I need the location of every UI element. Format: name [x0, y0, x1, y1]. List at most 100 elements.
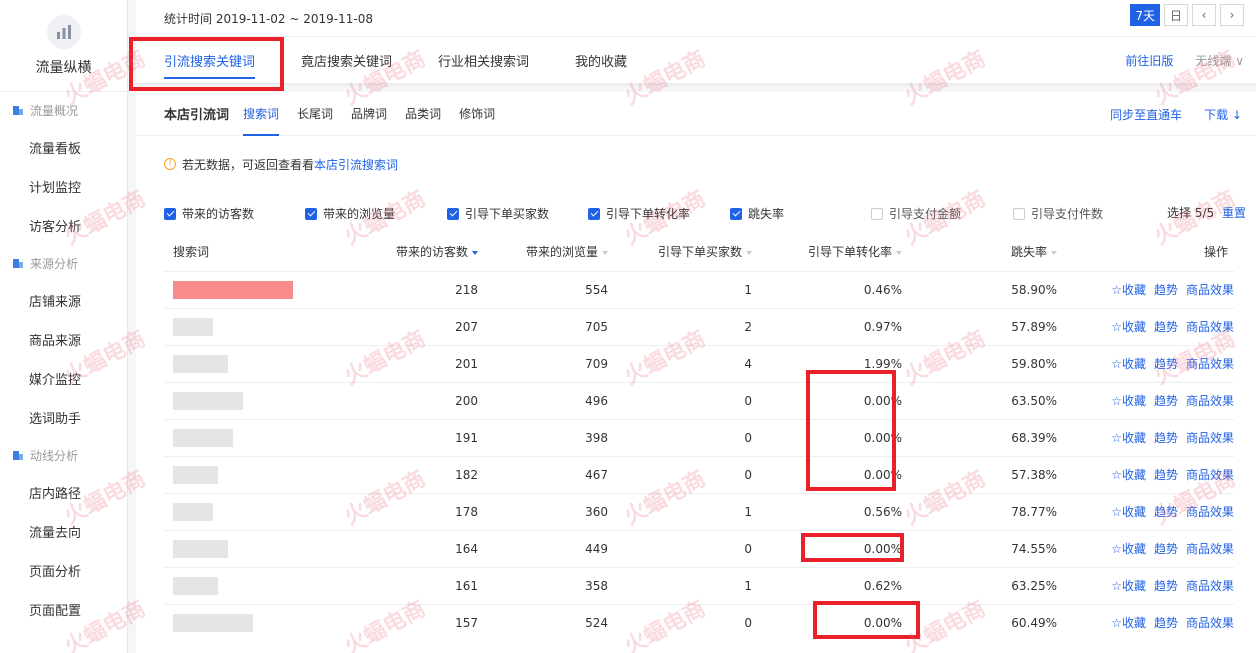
goods-effect-button[interactable]: 商品效果: [1186, 542, 1234, 556]
trend-button[interactable]: 趋势: [1154, 579, 1178, 593]
col-ops: 操作: [1203, 245, 1228, 260]
sidebar-logo[interactable]: 流量纵横: [0, 0, 127, 92]
cell-visitors: 157: [354, 603, 484, 641]
cell-views: 709: [484, 344, 614, 382]
sidebar-item-media-monitor[interactable]: 媒介监控: [0, 359, 127, 398]
favorite-button[interactable]: ☆收藏: [1111, 357, 1146, 371]
col-views[interactable]: 带来的浏览量: [484, 233, 614, 271]
sidebar-item-page-config[interactable]: 页面配置: [0, 590, 127, 629]
notice-link[interactable]: 本店引流搜索词: [314, 156, 398, 173]
goods-effect-button[interactable]: 商品效果: [1186, 468, 1234, 482]
goods-effect-button[interactable]: 商品效果: [1186, 394, 1234, 408]
trend-button[interactable]: 趋势: [1154, 505, 1178, 519]
cell-buyers: 0: [614, 529, 758, 567]
table-row: 207 705 2 0.97% 57.89% ☆收藏 趋势 商品效果: [164, 307, 1234, 345]
favorite-button[interactable]: ☆收藏: [1111, 394, 1146, 408]
checkbox-visitors[interactable]: 带来的访客数: [164, 205, 254, 222]
cell-bounce: 57.89%: [908, 307, 1063, 345]
cell-conversion: 0.00%: [758, 381, 908, 419]
sidebar-item-visitor-analysis[interactable]: 访客分析: [0, 206, 127, 245]
checkbox-conversion[interactable]: 引导下单转化率: [588, 205, 690, 222]
cell-bounce: 58.90%: [908, 270, 1063, 308]
sidebar-group-overview: 流量概况: [0, 92, 127, 128]
subtab-category[interactable]: 品类词: [405, 92, 441, 136]
checkbox-views[interactable]: 带来的浏览量: [305, 205, 395, 222]
trend-button[interactable]: 趋势: [1154, 468, 1178, 482]
trend-button[interactable]: 趋势: [1154, 616, 1178, 630]
checkbox-pay-amount[interactable]: 引导支付金额: [871, 205, 961, 222]
tab-competitor-keywords[interactable]: 竟店搜索关键词: [301, 37, 392, 83]
sidebar-item-traffic-out[interactable]: 流量去向: [0, 512, 127, 551]
sidebar-item-page-analysis[interactable]: 页面分析: [0, 551, 127, 590]
cell-keyword: [164, 529, 354, 567]
favorite-button[interactable]: ☆收藏: [1111, 320, 1146, 334]
col-label: 跳失率: [1010, 245, 1047, 260]
sync-button[interactable]: 同步至直通车: [1110, 106, 1182, 123]
cell-visitors: 207: [354, 307, 484, 345]
blurred-keyword: [173, 502, 213, 521]
col-buyers[interactable]: 引导下单买家数: [614, 233, 758, 271]
col-label: 引导下单转化率: [807, 245, 892, 260]
table-row: 182 467 0 0.00% 57.38% ☆收藏 趋势 商品效果: [164, 455, 1234, 493]
next-arrow-icon[interactable]: ›: [1220, 4, 1244, 26]
sidebar-item-plan-monitor[interactable]: 计划监控: [0, 167, 127, 206]
cell-buyers: 0: [614, 455, 758, 493]
cell-views: 705: [484, 307, 614, 345]
subtab-longtail[interactable]: 长尾词: [297, 92, 333, 136]
device-select[interactable]: 无线端 ∨: [1195, 52, 1244, 69]
trend-button[interactable]: 趋势: [1154, 394, 1178, 408]
favorite-button[interactable]: ☆收藏: [1111, 505, 1146, 519]
trend-button[interactable]: 趋势: [1154, 357, 1178, 371]
sidebar-item-shop-source[interactable]: 店铺来源: [0, 281, 127, 320]
table-row: 164 449 0 0.00% 74.55% ☆收藏 趋势 商品效果: [164, 529, 1234, 567]
sidebar-item-shop-path[interactable]: 店内路径: [0, 473, 127, 512]
sidebar-item-keyword-helper[interactable]: 选词助手: [0, 398, 127, 437]
goods-effect-button[interactable]: 商品效果: [1186, 616, 1234, 630]
subtab-brand[interactable]: 品牌词: [351, 92, 387, 136]
checkbox-pay-count[interactable]: 引导支付件数: [1013, 205, 1103, 222]
cell-buyers: 0: [614, 603, 758, 641]
topbar: 统计时间 2019-11-02 ~ 2019-11-08 7天 日 ‹ ›: [136, 0, 1256, 37]
col-conversion[interactable]: 引导下单转化率: [758, 233, 908, 271]
checkbox-icon: [447, 207, 459, 220]
favorite-button[interactable]: ☆收藏: [1111, 468, 1146, 482]
checkbox-label: 跳失率: [748, 207, 785, 221]
trend-button[interactable]: 趋势: [1154, 542, 1178, 556]
cell-buyers: 1: [614, 270, 758, 308]
download-button[interactable]: 下载 ↓: [1204, 106, 1242, 123]
reset-button[interactable]: 重置: [1222, 206, 1246, 220]
favorite-button[interactable]: ☆收藏: [1111, 542, 1146, 556]
trend-button[interactable]: 趋势: [1154, 320, 1178, 334]
favorite-button[interactable]: ☆收藏: [1111, 579, 1146, 593]
goods-effect-button[interactable]: 商品效果: [1186, 505, 1234, 519]
goods-effect-button[interactable]: 商品效果: [1186, 320, 1234, 334]
tab-industry-keywords[interactable]: 行业相关搜索词: [438, 37, 529, 83]
subtab-search[interactable]: 搜索词: [243, 92, 280, 136]
sidebar-item-goods-source[interactable]: 商品来源: [0, 320, 127, 359]
tab-store-search-keywords[interactable]: 引流搜索关键词: [164, 37, 256, 83]
cell-conversion: 0.62%: [758, 566, 908, 604]
btn-7day[interactable]: 7天: [1130, 4, 1160, 26]
old-version-link[interactable]: 前往旧版: [1125, 52, 1173, 69]
trend-button[interactable]: 趋势: [1154, 431, 1178, 445]
goods-effect-button[interactable]: 商品效果: [1186, 283, 1234, 297]
favorite-button[interactable]: ☆收藏: [1111, 283, 1146, 297]
prev-arrow-icon[interactable]: ‹: [1192, 4, 1216, 26]
goods-effect-button[interactable]: 商品效果: [1186, 579, 1234, 593]
favorite-button[interactable]: ☆收藏: [1111, 616, 1146, 630]
cell-views: 554: [484, 270, 614, 308]
checkbox-bounce[interactable]: 跳失率: [730, 205, 784, 222]
cell-conversion: 0.46%: [758, 270, 908, 308]
table-row: 201 709 4 1.99% 59.80% ☆收藏 趋势 商品效果: [164, 344, 1234, 382]
goods-effect-button[interactable]: 商品效果: [1186, 357, 1234, 371]
sidebar-item-dashboard[interactable]: 流量看板: [0, 128, 127, 167]
trend-button[interactable]: 趋势: [1154, 283, 1178, 297]
btn-day[interactable]: 日: [1164, 4, 1188, 26]
col-bounce[interactable]: 跳失率: [908, 233, 1063, 271]
tab-my-favorites[interactable]: 我的收藏: [575, 37, 627, 83]
checkbox-buyers[interactable]: 引导下单买家数: [447, 205, 549, 222]
col-visitors[interactable]: 带来的访客数: [354, 233, 484, 271]
favorite-button[interactable]: ☆收藏: [1111, 431, 1146, 445]
goods-effect-button[interactable]: 商品效果: [1186, 431, 1234, 445]
subtab-modifier[interactable]: 修饰词: [459, 92, 495, 136]
